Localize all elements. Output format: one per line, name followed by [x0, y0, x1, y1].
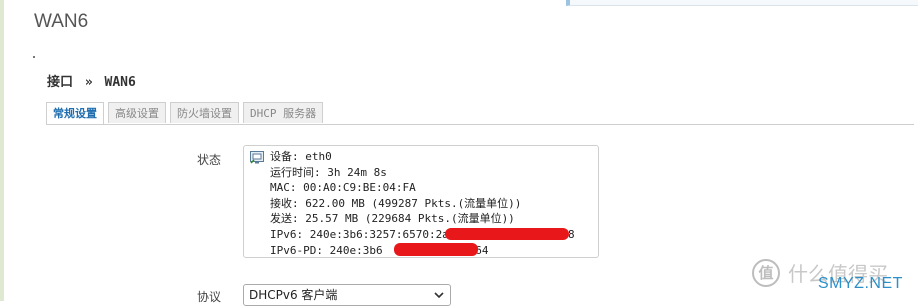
page-title: WAN6 — [34, 11, 89, 32]
status-box: 设备: eth0 运行时间: 3h 24m 8s MAC: 00:A0:C9:B… — [243, 145, 599, 258]
status-rx: 接收: 622.00 MB (499287 Pkts.(流量单位)) — [270, 196, 522, 210]
tab-bar: 常规设置 高级设置 防火墙设置 DHCP 服务器 — [46, 102, 327, 125]
tab-advanced-settings[interactable]: 高级设置 — [108, 102, 166, 123]
status-device: 设备: eth0 — [270, 150, 332, 163]
tab-general-settings[interactable]: 常规设置 — [46, 102, 104, 125]
watermark-brand: SMYZ.NET — [818, 275, 903, 292]
status-mac: MAC: 00:A0:C9:BE:04:FA — [270, 181, 416, 195]
ipv6-redaction — [445, 228, 569, 240]
top-panel-edge — [566, 0, 918, 6]
network-port-icon — [250, 151, 264, 164]
status-details: 设备: eth0 运行时间: 3h 24m 8s MAC: 00:A0:C9:B… — [270, 149, 575, 258]
ipv6-pd-redaction — [394, 243, 478, 256]
tab-dhcp-server[interactable]: DHCP 服务器 — [243, 102, 324, 123]
tab-bar-divider — [46, 124, 914, 125]
status-label: 状态 — [197, 153, 222, 167]
stray-dot — [33, 56, 35, 58]
chevron-down-icon — [434, 292, 444, 299]
left-edge-strip — [0, 0, 4, 301]
tab-firewall-settings[interactable]: 防火墙设置 — [170, 102, 239, 123]
status-tx: 发送: 25.57 MB (229684 Pkts.(流量单位)) — [270, 212, 515, 226]
breadcrumb: 接口 » WAN6 — [47, 71, 136, 90]
watermark-badge: 值 — [752, 258, 780, 287]
protocol-label: 协议 — [197, 290, 222, 304]
protocol-select[interactable]: DHCPv6 客户端 — [243, 284, 451, 306]
breadcrumb-parent[interactable]: 接口 — [47, 71, 73, 90]
breadcrumb-separator: » — [84, 75, 93, 90]
protocol-selected-value: DHCPv6 客户端 — [249, 288, 338, 302]
breadcrumb-current: WAN6 — [104, 75, 136, 90]
status-uptime: 运行时间: 3h 24m 8s — [270, 165, 387, 179]
